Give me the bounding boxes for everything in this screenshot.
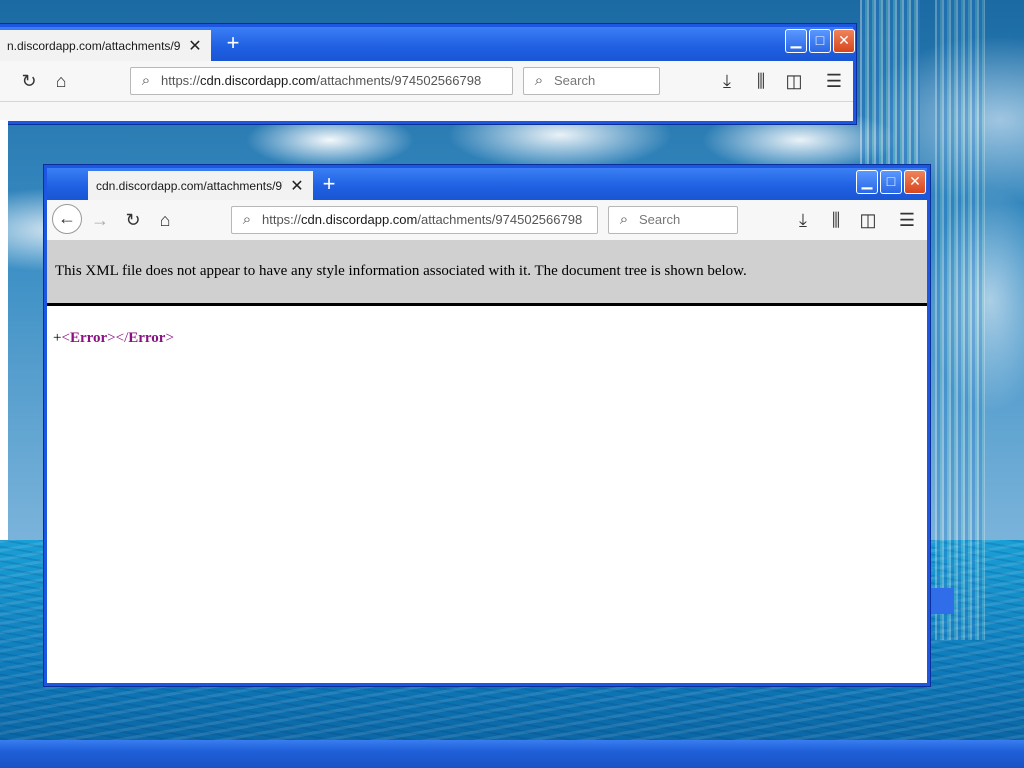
search-icon: ⌕: [534, 72, 544, 89]
xml-bracket: ></: [107, 330, 129, 346]
search-input[interactable]: ⌕ Search: [608, 206, 738, 234]
title-bar[interactable]: n.discordapp.com/attachments/9745 ✕ + ▁ …: [0, 27, 855, 61]
close-icon[interactable]: ✕: [289, 176, 305, 196]
navigation-toolbar: ↻ ⌂ ⌕ https://cdn.discordapp.com/attachme…: [0, 61, 853, 102]
url-path: /attachments/974502566798: [417, 212, 583, 227]
title-bar[interactable]: cdn.discordapp.com/attachments/9745 ✕ + …: [47, 168, 927, 200]
tab-title: cdn.discordapp.com/attachments/9745: [96, 178, 283, 193]
url-prefix: https://: [262, 212, 302, 227]
url-path: /attachments/974502566798: [316, 73, 482, 88]
arrow-right-icon[interactable]: →: [88, 208, 112, 232]
minimize-icon[interactable]: ▁: [856, 170, 878, 194]
search-icon: ⌕: [141, 72, 151, 89]
library-icon[interactable]: ⫼: [824, 208, 848, 232]
xml-open-bracket: <: [61, 330, 70, 346]
library-icon[interactable]: ⫼: [749, 69, 773, 93]
reload-icon[interactable]: ↻: [121, 208, 145, 232]
minimize-icon[interactable]: ▁: [785, 29, 807, 53]
url-bar[interactable]: ⌕ https://cdn.discordapp.com/attachments/…: [231, 206, 598, 234]
arrow-left-icon[interactable]: ←: [52, 204, 82, 234]
search-icon: ⌕: [619, 211, 629, 228]
xml-notice-text: This XML file does not appear to have an…: [55, 263, 747, 279]
browser-window-middle: [0, 120, 8, 540]
search-placeholder: Search: [554, 73, 596, 88]
browser-window-front[interactable]: cdn.discordapp.com/attachments/9745 ✕ + …: [44, 165, 930, 686]
taskbar[interactable]: [0, 740, 1024, 768]
xml-document-tree: +<Error></Error>: [53, 330, 174, 347]
close-window-icon[interactable]: ✕: [904, 170, 926, 194]
xml-style-notice: This XML file does not appear to have an…: [47, 240, 927, 306]
maximize-icon[interactable]: □: [809, 29, 831, 53]
hamburger-menu-icon[interactable]: ☰: [822, 69, 846, 93]
maximize-icon[interactable]: □: [880, 170, 902, 194]
background-window-fragment: [928, 588, 954, 614]
search-placeholder: Search: [639, 212, 681, 227]
url-prefix: https://: [161, 73, 201, 88]
sidebar-icon[interactable]: ◫: [782, 69, 806, 93]
plus-icon[interactable]: +: [219, 30, 247, 58]
search-input[interactable]: ⌕ Search: [523, 67, 660, 95]
xml-close-tag: Error: [128, 330, 166, 346]
tab-active[interactable]: cdn.discordapp.com/attachments/9745 ✕: [88, 171, 313, 200]
reload-icon[interactable]: ↻: [17, 69, 41, 93]
tab-active[interactable]: n.discordapp.com/attachments/9745 ✕: [0, 30, 211, 61]
navigation-toolbar: ← → ↻ ⌂ ⌕ https://cdn.discordapp.com/atta…: [47, 200, 927, 241]
url-host: cdn.discordapp.com: [200, 73, 317, 88]
sidebar-icon[interactable]: ◫: [856, 208, 880, 232]
browser-window-back[interactable]: n.discordapp.com/attachments/9745 ✕ + ▁ …: [0, 24, 856, 124]
url-host: cdn.discordapp.com: [301, 212, 418, 227]
home-icon[interactable]: ⌂: [49, 69, 73, 93]
home-icon[interactable]: ⌂: [153, 208, 177, 232]
search-icon: ⌕: [242, 211, 252, 228]
plus-icon[interactable]: +: [315, 171, 343, 199]
hamburger-menu-icon[interactable]: ☰: [895, 208, 919, 232]
tab-title: n.discordapp.com/attachments/9745: [7, 38, 181, 53]
download-icon[interactable]: ⤓: [791, 208, 815, 232]
glitch-artifact: [935, 0, 985, 640]
xml-close-bracket: >: [165, 330, 174, 346]
close-window-icon[interactable]: ✕: [833, 29, 855, 53]
close-icon[interactable]: ✕: [187, 36, 203, 56]
url-bar[interactable]: ⌕ https://cdn.discordapp.com/attachments/…: [130, 67, 513, 95]
download-icon[interactable]: ⤓: [715, 69, 739, 93]
xml-open-tag: Error: [69, 330, 108, 346]
